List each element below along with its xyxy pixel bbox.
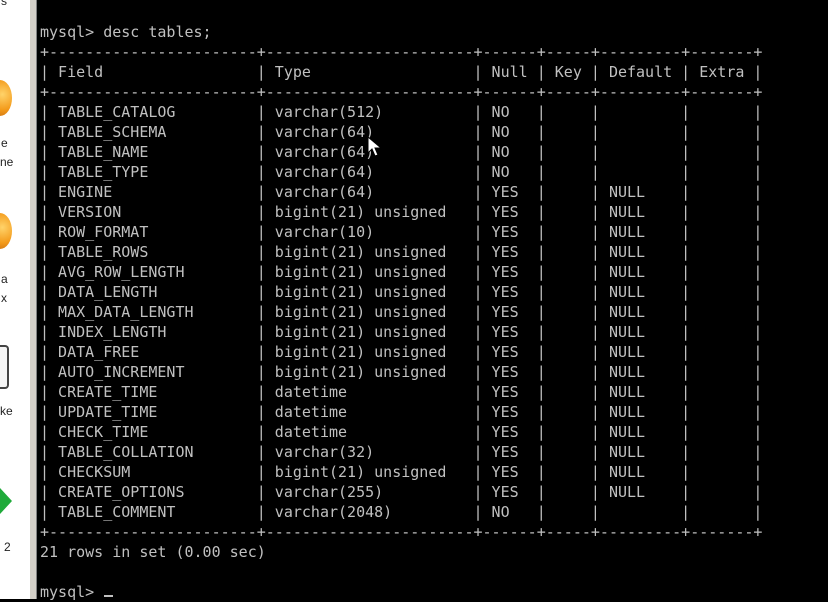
- table-row: | CREATE_TIME | datetime | YES | | NULL …: [40, 383, 763, 401]
- table-row: | TABLE_ROWS | bigint(21) unsigned | YES…: [40, 243, 763, 261]
- table-row: | ENGINE | varchar(64) | YES | | NULL | …: [40, 183, 763, 201]
- desktop-app-icon-2[interactable]: [0, 213, 12, 249]
- table-row: | AUTO_INCREMENT | bigint(21) unsigned |…: [40, 363, 763, 381]
- desktop-app-label-2a: a: [1, 272, 8, 286]
- table-row: | TABLE_COLLATION | varchar(32) | YES | …: [40, 443, 763, 461]
- desktop-app-label-1b: ne: [0, 155, 14, 169]
- desktop-app-label-1a: e: [1, 136, 8, 150]
- desktop-app-label-2b: x: [1, 291, 7, 305]
- mysql-console[interactable]: mysql> desc tables; +-------------------…: [38, 0, 828, 602]
- table-row: | UPDATE_TIME | datetime | YES | | NULL …: [40, 403, 763, 421]
- desktop-app-label-3: ke: [0, 404, 13, 418]
- play-arrow-icon[interactable]: [0, 488, 12, 514]
- table-row: | ROW_FORMAT | varchar(10) | YES | | NUL…: [40, 223, 763, 241]
- table-row: | DATA_LENGTH | bigint(21) unsigned | YE…: [40, 283, 763, 301]
- desktop-label-top: s: [1, 0, 7, 8]
- table-header-row: | Field | Type | Null | Key | Default | …: [40, 63, 763, 81]
- table-row: | TABLE_CATALOG | varchar(512) | NO | | …: [40, 103, 763, 121]
- table-row: | AVG_ROW_LENGTH | bigint(21) unsigned |…: [40, 263, 763, 281]
- table-row: | TABLE_COMMENT | varchar(2048) | NO | |…: [40, 503, 763, 521]
- command-line: mysql> desc tables;: [40, 23, 212, 41]
- table-row: | DATA_FREE | bigint(21) unsigned | YES …: [40, 343, 763, 361]
- table-border-bottom: +-----------------------+---------------…: [40, 523, 763, 541]
- table-row: | CREATE_OPTIONS | varchar(255) | YES | …: [40, 483, 763, 501]
- desktop-icon-strip: s e ne a x ke 2: [0, 0, 29, 599]
- prompt-text: mysql>: [40, 583, 104, 601]
- table-row: | CHECKSUM | bigint(21) unsigned | YES |…: [40, 463, 763, 481]
- prompt-line[interactable]: mysql>: [40, 582, 114, 602]
- table-row: | VERSION | bigint(21) unsigned | YES | …: [40, 203, 763, 221]
- table-border-top: +-----------------------+---------------…: [40, 43, 763, 61]
- desktop-window-icon[interactable]: [0, 345, 9, 389]
- console-window-border: [29, 0, 37, 599]
- table-border-header: +-----------------------+---------------…: [40, 83, 763, 101]
- desktop-app-icon[interactable]: [0, 80, 12, 116]
- desktop-app-label-4: 2: [4, 540, 11, 554]
- table-row: | TABLE_NAME | varchar(64) | NO | | | |: [40, 143, 763, 161]
- table-row: | CHECK_TIME | datetime | YES | | NULL |…: [40, 423, 763, 441]
- result-summary: 21 rows in set (0.00 sec): [40, 543, 266, 561]
- text-cursor: [104, 595, 114, 597]
- table-row: | INDEX_LENGTH | bigint(21) unsigned | Y…: [40, 323, 763, 341]
- table-row: | MAX_DATA_LENGTH | bigint(21) unsigned …: [40, 303, 763, 321]
- table-row: | TABLE_SCHEMA | varchar(64) | NO | | | …: [40, 123, 763, 141]
- table-row: | TABLE_TYPE | varchar(64) | NO | | | |: [40, 163, 763, 181]
